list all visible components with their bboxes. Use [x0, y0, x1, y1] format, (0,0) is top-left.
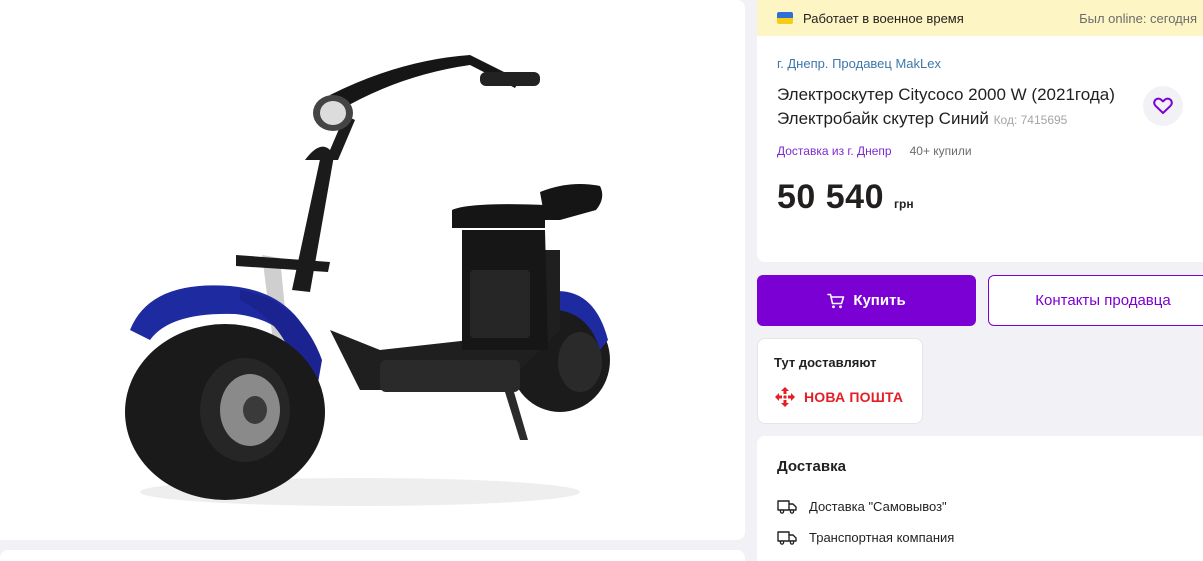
- truck-icon: [777, 530, 797, 545]
- favorite-button[interactable]: [1143, 86, 1183, 126]
- heart-icon: [1153, 97, 1173, 114]
- seller-contacts-button[interactable]: Контакты продавца: [988, 275, 1203, 326]
- product-code: Код: 7415695: [993, 113, 1068, 127]
- delivery-here-card: Тут доставляют НОВА ПОШТА: [757, 338, 923, 424]
- delivery-option: Транспортная компания: [777, 530, 1197, 545]
- seller-contacts-label: Контакты продавца: [1035, 292, 1171, 309]
- buy-button-label: Купить: [853, 292, 906, 309]
- delivery-option: Доставка "Самовывоз": [777, 499, 1197, 514]
- price-value: 50 540: [777, 178, 884, 216]
- price-row: 50 540 грн: [777, 178, 1197, 217]
- delivery-option-label: Транспортная компания: [809, 530, 955, 545]
- product-meta: Доставка из г. Днепр 40+ купили: [777, 144, 1197, 158]
- wartime-status-text: Работает в военное время: [803, 10, 964, 26]
- truck-icon: [777, 499, 797, 514]
- buy-button[interactable]: Купить: [757, 275, 976, 326]
- delivery-title: Доставка: [777, 458, 846, 475]
- ukraine-flag-icon: [777, 12, 793, 24]
- delivery-option-label: Доставка "Самовывоз": [809, 499, 947, 514]
- seller-online-status: Был online: сегодня: [1079, 10, 1197, 26]
- product-title-block: Электроскутер Citycoco 2000 W (2021года)…: [777, 83, 1137, 132]
- delivery-from-label: Доставка из г. Днепр: [777, 144, 892, 158]
- status-banner: Работает в военное время Был online: сег…: [757, 0, 1203, 36]
- nova-poshta-logo: НОВА ПОШТА: [774, 386, 906, 408]
- product-info-card: г. Днепр. Продавец MakLex Электроскутер …: [757, 36, 1203, 262]
- carrier-name: НОВА ПОШТА: [804, 389, 904, 405]
- product-image-card[interactable]: [0, 0, 745, 540]
- nova-poshta-icon: [775, 387, 795, 407]
- buyers-count: 40+ купили: [909, 144, 972, 158]
- cart-icon: [827, 293, 845, 308]
- delivery-card: Доставка Доставка "Самовывоз" Транспортн…: [757, 436, 1203, 561]
- product-image[interactable]: [0, 0, 745, 540]
- price-currency: грн: [894, 197, 914, 211]
- secondary-image-card: [0, 550, 745, 561]
- seller-breadcrumb[interactable]: г. Днепр. Продавец MakLex: [777, 56, 1197, 71]
- delivery-here-title: Тут доставляют: [774, 355, 877, 370]
